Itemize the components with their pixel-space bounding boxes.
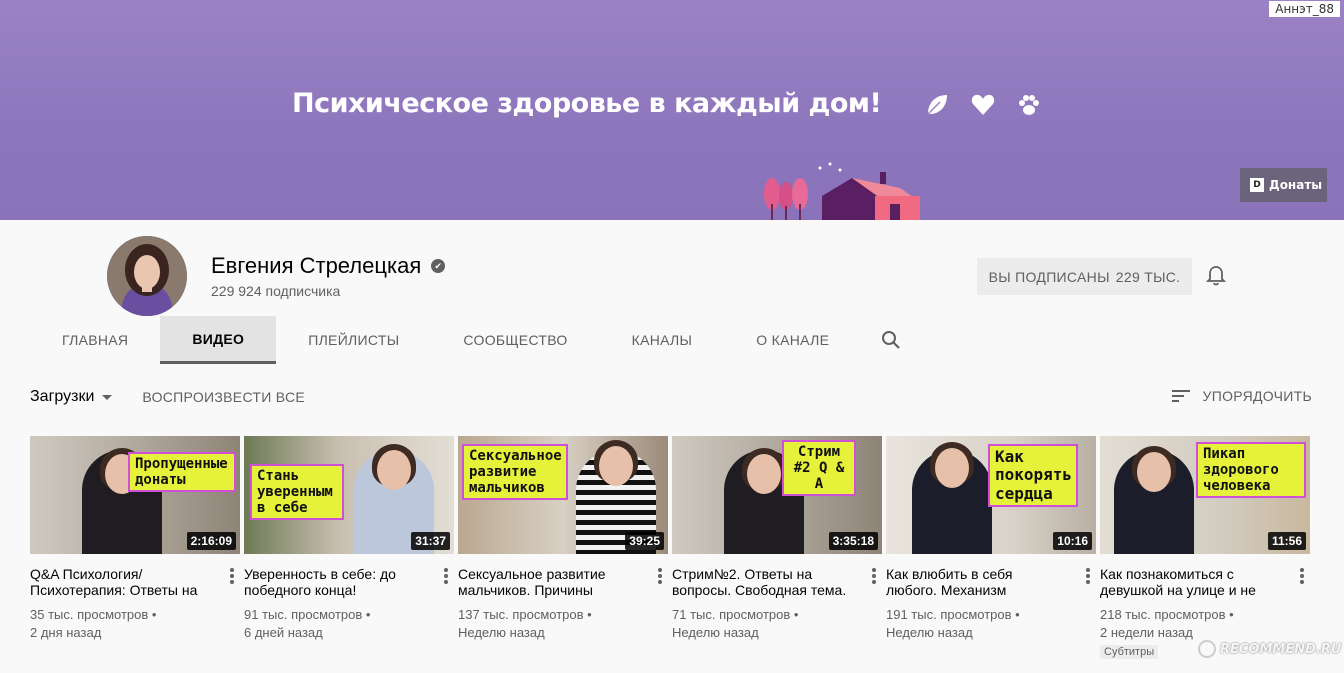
video-title[interactable]: Q&A Психология/ Психотерапия: Ответы на — [30, 566, 210, 598]
subscribed-label: ВЫ ПОДПИСАНЫ — [988, 268, 1110, 285]
more-options-icon[interactable] — [1086, 568, 1090, 584]
video-card[interactable]: Пикап здорового человека 11:56 Как позна… — [1100, 436, 1310, 660]
donate-button[interactable]: D Донаты — [1240, 168, 1327, 202]
video-date: Неделю назад — [458, 625, 545, 640]
tab-community[interactable]: СООБЩЕСТВО — [431, 316, 599, 364]
channel-name: Евгения Стрелецкая — [211, 253, 422, 278]
banner-tagline: Психическое здоровье в каждый дом! — [292, 88, 882, 119]
watermark: RECOMMEND.RU — [1198, 640, 1341, 658]
sort-icon — [1171, 390, 1190, 402]
more-options-icon[interactable] — [230, 568, 234, 584]
username-label: Аннэт_88 — [1269, 1, 1340, 17]
thumbnail-sticker: Стань уверенным в себе — [252, 466, 342, 519]
subtitles-badge: Субтитры — [1100, 645, 1159, 659]
watermark-text: RECOMMEND.RU — [1220, 641, 1342, 657]
video-views: 191 тыс. просмотров • — [886, 607, 1020, 622]
thumbnail-sticker: Пикап здорового человека — [1198, 444, 1304, 497]
thumbnail-sticker: Сексуальное развитие мальчиков — [464, 446, 566, 499]
video-thumbnail[interactable]: Пикап здорового человека 11:56 — [1100, 436, 1310, 554]
channel-banner: Аннэт_88 Психическое здоровье в каждый д… — [0, 0, 1344, 220]
video-views: 137 тыс. просмотров • — [458, 607, 592, 622]
subscriber-count: 229 924 подписчика — [211, 283, 341, 299]
heart-icon — [970, 92, 996, 118]
more-options-icon[interactable] — [658, 568, 662, 584]
video-thumbnail[interactable]: Стань уверенным в себе 31:37 — [244, 436, 454, 554]
video-title[interactable]: Стрим№2. Ответы на вопросы. Свободная те… — [672, 566, 852, 598]
house-illustration — [764, 162, 920, 220]
video-duration: 3:35:18 — [828, 532, 878, 550]
video-card[interactable]: Стрим #2 Q & A 3:35:18 Стрим№2. Ответы н… — [672, 436, 882, 660]
video-date: Неделю назад — [886, 625, 973, 640]
video-thumbnail[interactable]: Сексуальное развитие мальчиков 39:25 — [458, 436, 668, 554]
video-views: 71 тыс. просмотров • — [672, 607, 799, 622]
videos-section: Загрузки ВОСПРОИЗВЕСТИ ВСЕ УПОРЯДОЧИТЬ П… — [0, 364, 1344, 673]
donate-label: Донаты — [1269, 178, 1323, 192]
channel-title: Евгения Стрелецкая ✔ — [211, 253, 446, 279]
bell-icon[interactable] — [1205, 265, 1227, 287]
paw-icon — [1016, 92, 1042, 118]
verified-check-icon: ✔ — [431, 259, 446, 273]
uploads-label: Загрузки — [30, 388, 95, 405]
channel-tabs: ГЛАВНАЯ ВИДЕО ПЛЕЙЛИСТЫ СООБЩЕСТВО КАНАЛ… — [30, 316, 921, 364]
video-grid: Пропущенные донаты 2:16:09 Q&A Психологи… — [30, 436, 1310, 660]
video-card[interactable]: Сексуальное развитие мальчиков 39:25 Сек… — [458, 436, 668, 660]
video-title[interactable]: Сексуальное развитие мальчиков. Причины — [458, 566, 638, 598]
video-duration: 2:16:09 — [186, 532, 236, 550]
video-date: Неделю назад — [672, 625, 759, 640]
video-title[interactable]: Уверенность в себе: до победного конца! — [244, 566, 424, 598]
video-views: 91 тыс. просмотров • — [244, 607, 371, 622]
recommend-logo-icon — [1198, 640, 1216, 658]
video-card[interactable]: Пропущенные донаты 2:16:09 Q&A Психологи… — [30, 436, 240, 660]
banner-icons — [924, 92, 1042, 118]
video-duration: 11:56 — [1267, 532, 1306, 550]
video-date: 2 дня назад — [30, 625, 102, 640]
video-title[interactable]: Как влюбить в себя любого. Механизм — [886, 566, 1066, 598]
uploads-dropdown[interactable]: Загрузки — [30, 388, 113, 406]
video-card[interactable]: Как покорять сердца 10:16 Как влюбить в … — [886, 436, 1096, 660]
tab-channels[interactable]: КАНАЛЫ — [600, 316, 725, 364]
video-card[interactable]: Стань уверенным в себе 31:37 Уверенность… — [244, 436, 454, 660]
video-views: 35 тыс. просмотров • — [30, 607, 157, 622]
thumbnail-sticker: Как покорять сердца — [990, 446, 1076, 506]
filter-row: Загрузки ВОСПРОИЗВЕСТИ ВСЕ — [30, 388, 305, 406]
sort-label: УПОРЯДОЧИТЬ — [1202, 388, 1312, 404]
more-options-icon[interactable] — [872, 568, 876, 584]
sort-button[interactable]: УПОРЯДОЧИТЬ — [1171, 388, 1312, 404]
search-icon[interactable] — [861, 316, 921, 364]
video-thumbnail[interactable]: Пропущенные донаты 2:16:09 — [30, 436, 240, 554]
thumbnail-sticker: Стрим #2 Q & A — [784, 442, 854, 495]
play-all-button[interactable]: ВОСПРОИЗВЕСТИ ВСЕ — [142, 389, 305, 405]
avatar[interactable] — [107, 236, 187, 316]
leaf-icon — [924, 92, 950, 118]
video-duration: 10:16 — [1053, 532, 1092, 550]
more-options-icon[interactable] — [444, 568, 448, 584]
video-duration: 31:37 — [411, 532, 450, 550]
tab-playlists[interactable]: ПЛЕЙЛИСТЫ — [276, 316, 431, 364]
subscribed-button[interactable]: ВЫ ПОДПИСАНЫ 229 ТЫС. — [977, 258, 1192, 295]
video-duration: 39:25 — [625, 532, 664, 550]
video-views: 218 тыс. просмотров • — [1100, 607, 1234, 622]
subscribed-count: 229 ТЫС. — [1115, 268, 1181, 285]
video-date: 6 дней назад — [244, 625, 323, 640]
caret-down-icon — [102, 394, 113, 400]
tab-videos[interactable]: ВИДЕО — [160, 316, 277, 364]
video-thumbnail[interactable]: Как покорять сердца 10:16 — [886, 436, 1096, 554]
channel-header: Евгения Стрелецкая ✔ 229 924 подписчика … — [0, 220, 1344, 364]
thumbnail-sticker: Пропущенные донаты — [130, 454, 234, 491]
video-title[interactable]: Как познакомиться с девушкой на улице и … — [1100, 566, 1280, 598]
tab-home[interactable]: ГЛАВНАЯ — [30, 316, 160, 364]
donationalerts-icon: D — [1250, 178, 1264, 192]
more-options-icon[interactable] — [1300, 568, 1304, 584]
video-thumbnail[interactable]: Стрим #2 Q & A 3:35:18 — [672, 436, 882, 554]
tab-about[interactable]: О КАНАЛЕ — [724, 316, 861, 364]
